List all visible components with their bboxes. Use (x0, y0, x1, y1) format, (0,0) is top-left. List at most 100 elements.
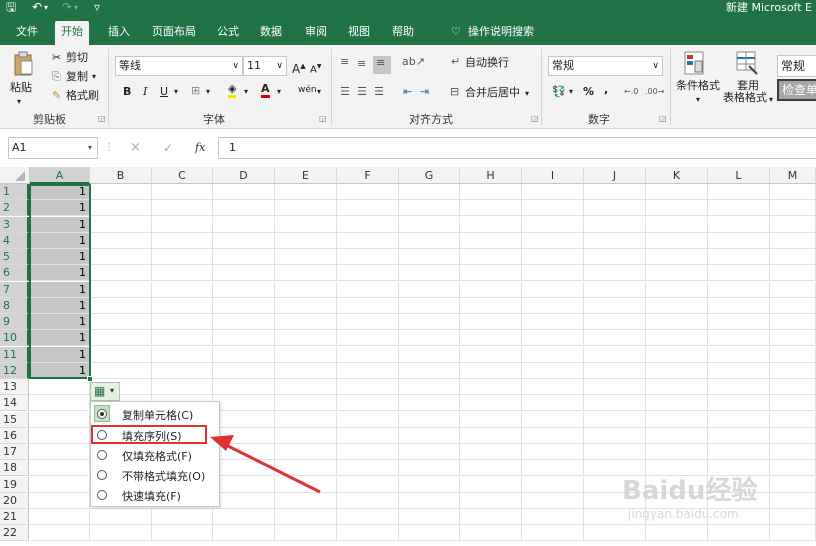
cell-i8[interactable] (522, 297, 584, 314)
cell-c3[interactable] (152, 216, 213, 233)
cell-c7[interactable] (152, 281, 213, 298)
align-right-icon[interactable]: ☰ (374, 85, 384, 99)
cell-m13[interactable] (770, 379, 816, 395)
format-as-table-label-2[interactable]: 表格格式 (723, 91, 767, 105)
cell-i18[interactable] (522, 460, 584, 477)
cell-h3[interactable] (460, 216, 522, 233)
cell-d4[interactable] (213, 232, 275, 249)
style-normal[interactable]: 常规 (777, 55, 816, 77)
cell-i13[interactable] (522, 379, 584, 395)
row-header-12[interactable]: 12 (0, 362, 29, 379)
align-center-icon[interactable]: ☰ (357, 85, 367, 99)
cell-a2[interactable]: 1 (30, 200, 90, 217)
cell-a6[interactable]: 1 (30, 265, 90, 282)
cell-h14[interactable] (460, 395, 522, 412)
cell-c6[interactable] (152, 265, 213, 282)
cell-f16[interactable] (337, 427, 399, 444)
cell-j22[interactable] (584, 525, 646, 542)
cell-k1[interactable] (646, 184, 708, 200)
cell-a5[interactable]: 1 (30, 249, 90, 265)
row-header-18[interactable]: 18 (0, 460, 29, 477)
row-header-16[interactable]: 16 (0, 427, 29, 444)
cell-f6[interactable] (337, 265, 399, 282)
cell-k12[interactable] (646, 362, 708, 379)
cell-i14[interactable] (522, 395, 584, 412)
cell-a18[interactable] (30, 460, 90, 477)
clipboard-launcher-icon[interactable]: ◲ (98, 114, 106, 123)
cell-f2[interactable] (337, 200, 399, 217)
cell-m15[interactable] (770, 411, 816, 428)
cell-c1[interactable] (152, 184, 213, 200)
cell-c9[interactable] (152, 314, 213, 330)
column-header-b[interactable]: B (90, 167, 152, 184)
cell-b22[interactable] (90, 525, 152, 542)
fill-color-icon[interactable]: ◈ (228, 83, 237, 98)
cell-i16[interactable] (522, 427, 584, 444)
cell-e5[interactable] (275, 249, 337, 265)
cell-g2[interactable] (399, 200, 460, 217)
cell-e2[interactable] (275, 200, 337, 217)
cell-f18[interactable] (337, 460, 399, 477)
cell-e7[interactable] (275, 281, 337, 298)
cell-f11[interactable] (337, 346, 399, 363)
select-all-button[interactable] (0, 167, 30, 184)
row-header-13[interactable]: 13 (0, 379, 29, 395)
name-box[interactable]: A1 ▾ (8, 137, 98, 159)
row-header-20[interactable]: 20 (0, 492, 29, 509)
row-header-15[interactable]: 15 (0, 411, 29, 428)
cell-m19[interactable] (770, 476, 816, 493)
cell-g22[interactable] (399, 525, 460, 542)
wrap-text-button[interactable]: 自动换行 (465, 56, 509, 70)
tab-view[interactable]: 视图 (342, 21, 376, 45)
column-header-f[interactable]: F (337, 167, 399, 184)
cell-j12[interactable] (584, 362, 646, 379)
cell-k10[interactable] (646, 330, 708, 347)
cell-l10[interactable] (708, 330, 770, 347)
copy-dropdown-icon[interactable]: ▾ (92, 70, 96, 84)
row-header-19[interactable]: 19 (0, 476, 29, 493)
cell-e1[interactable] (275, 184, 337, 200)
cell-h21[interactable] (460, 509, 522, 525)
enter-icon[interactable]: ✓ (163, 141, 173, 155)
cell-l12[interactable] (708, 362, 770, 379)
cell-a14[interactable] (30, 395, 90, 412)
cell-l17[interactable] (708, 444, 770, 460)
cell-j7[interactable] (584, 281, 646, 298)
cell-d8[interactable] (213, 297, 275, 314)
shrink-font-button[interactable]: A▼ (310, 60, 321, 77)
cell-i4[interactable] (522, 232, 584, 249)
row-header-9[interactable]: 9 (0, 314, 29, 330)
cell-g11[interactable] (399, 346, 460, 363)
cell-d14[interactable] (213, 395, 275, 412)
tab-review[interactable]: 审阅 (299, 21, 333, 45)
cell-f10[interactable] (337, 330, 399, 347)
currency-icon[interactable]: 💱 (552, 85, 566, 99)
cell-l6[interactable] (708, 265, 770, 282)
cell-a10[interactable]: 1 (30, 330, 90, 347)
row-header-14[interactable]: 14 (0, 395, 29, 412)
cell-a9[interactable]: 1 (30, 314, 90, 330)
save-icon[interactable]: 🖫 (6, 0, 16, 15)
cell-g5[interactable] (399, 249, 460, 265)
tab-formulas[interactable]: 公式 (211, 21, 245, 45)
cell-f8[interactable] (337, 297, 399, 314)
cell-a17[interactable] (30, 444, 90, 460)
row-header-11[interactable]: 11 (0, 346, 29, 363)
cell-j4[interactable] (584, 232, 646, 249)
cell-c10[interactable] (152, 330, 213, 347)
cell-k16[interactable] (646, 427, 708, 444)
paste-dropdown-icon[interactable]: ▾ (17, 95, 21, 109)
cell-h5[interactable] (460, 249, 522, 265)
cell-f7[interactable] (337, 281, 399, 298)
bottom-align-icon[interactable]: ≡ (373, 56, 391, 74)
cell-f9[interactable] (337, 314, 399, 330)
cell-m3[interactable] (770, 216, 816, 233)
cell-a22[interactable] (30, 525, 90, 542)
column-header-k[interactable]: K (646, 167, 708, 184)
phonetic-dropdown-icon[interactable]: ▾ (317, 85, 321, 99)
cell-b6[interactable] (90, 265, 152, 282)
cell-a3[interactable]: 1 (30, 216, 90, 233)
cell-f12[interactable] (337, 362, 399, 379)
cell-d22[interactable] (213, 525, 275, 542)
insert-function-icon[interactable]: fx (195, 141, 205, 155)
